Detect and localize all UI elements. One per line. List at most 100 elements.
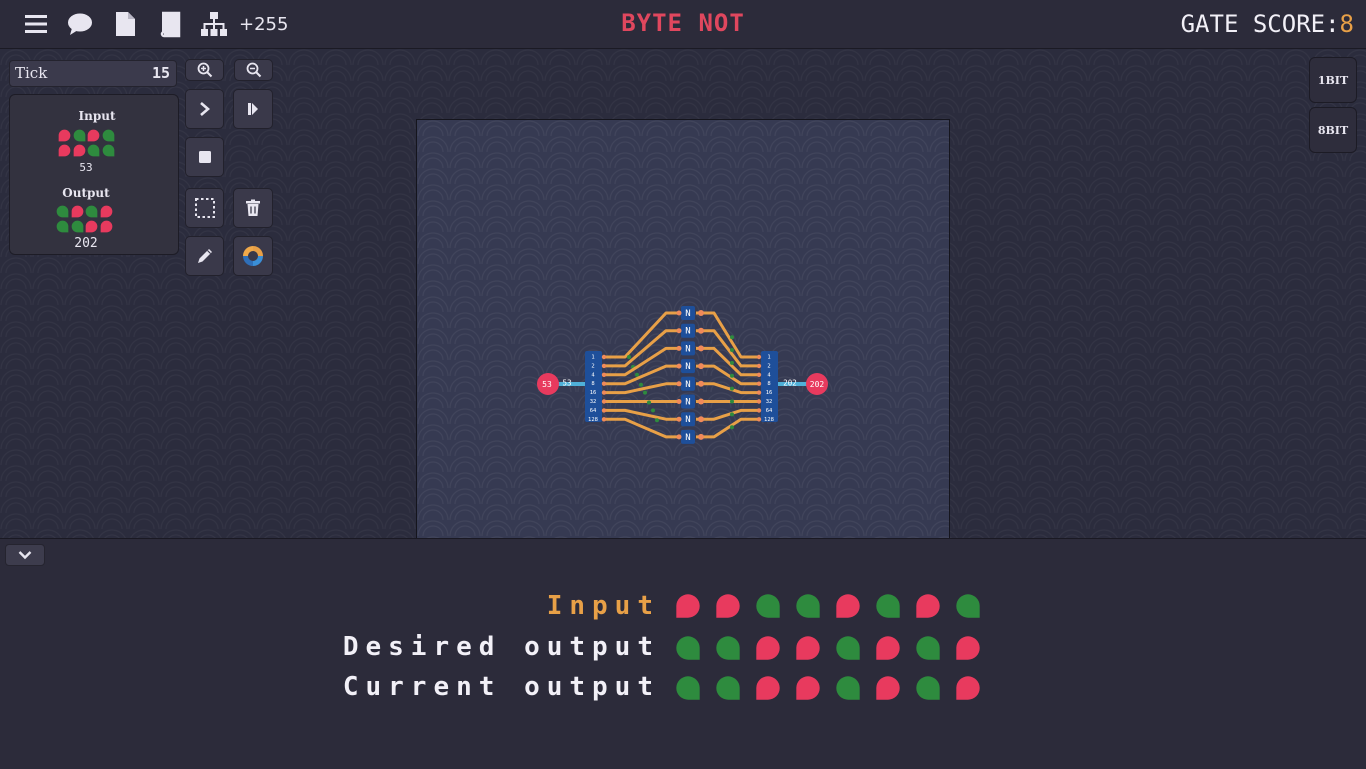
gate-pin-out: [698, 416, 704, 423]
stop-button[interactable]: [185, 137, 224, 177]
color-button[interactable]: [233, 236, 273, 276]
gate-pin-out: [698, 345, 704, 352]
row-bit-off: [876, 636, 900, 660]
joiner-label: 2: [767, 363, 770, 369]
io-output-bit-off: [85, 220, 98, 232]
signal-dot: [730, 335, 734, 340]
row-bit-on: [876, 594, 900, 618]
current-output-row-label: Current output: [342, 672, 660, 702]
row-bit-off: [716, 594, 740, 618]
row-bit-on: [676, 636, 700, 660]
pencil-button[interactable]: [185, 236, 224, 276]
zoom-in-button[interactable]: [185, 59, 224, 81]
gate-pin-out: [698, 327, 704, 334]
io-input-value: 53: [79, 161, 93, 174]
gate-label: N: [685, 327, 690, 337]
splitter-pin: [601, 363, 607, 369]
joiner-label: 32: [766, 399, 773, 405]
row-bit-off: [676, 594, 700, 618]
wire-in-7: [604, 417, 680, 439]
row-bit-off: [836, 594, 860, 618]
row-bit-on: [916, 636, 940, 660]
io-output-bit-on: [85, 205, 98, 218]
gate-label: N: [685, 433, 690, 443]
io-input-bit-on: [102, 129, 114, 142]
signal-dot: [730, 348, 734, 353]
desired-output-row-label: Desired output: [342, 632, 660, 662]
8bit-button[interactable]: 8BIT: [1309, 107, 1357, 153]
signal-dot: [643, 390, 647, 395]
row-bit-on: [716, 676, 740, 700]
input-row-label: Input: [546, 591, 660, 621]
splitter-pin: [601, 381, 607, 386]
splitter-label: 16: [590, 390, 597, 396]
collapse-panel-button[interactable]: [5, 544, 45, 566]
delete-button[interactable]: [233, 188, 273, 228]
row-bit-on: [836, 676, 860, 700]
signal-dot: [635, 372, 639, 377]
gate-pin-in: [676, 310, 682, 316]
io-output-bit-off: [100, 220, 112, 232]
signal-dot: [730, 399, 734, 404]
select-button[interactable]: [185, 188, 224, 228]
pencil-icon: [197, 249, 212, 263]
gate-score-label: GATE SCORE:: [1180, 10, 1340, 38]
splitter-label: 1: [591, 355, 594, 361]
level-title: BYTE NOT: [621, 9, 745, 37]
gate-label: N: [685, 415, 690, 425]
workspace[interactable]: N N N N N N N N 1 1 2 2 4 4 8 8 16 16 32 32 64 64 128 128 53 53 20…: [0, 49, 1366, 538]
step-icon: [199, 102, 210, 116]
truth-table-panel: Input Desired output Current output: [0, 538, 1366, 769]
signal-dot: [639, 382, 643, 387]
gate-pin-in: [676, 381, 682, 387]
input-bus-value: 53: [562, 379, 571, 388]
row-bit-on: [756, 594, 780, 618]
play-button[interactable]: [233, 89, 273, 129]
tick-value: 15: [151, 64, 170, 82]
gate-pin-out: [698, 433, 704, 440]
io-input-bit-on: [73, 129, 85, 142]
io-output-bit-off: [100, 205, 112, 218]
output-node-value: 202: [810, 380, 825, 389]
gate-score-value: 8: [1339, 10, 1354, 38]
1bit-button[interactable]: 1BIT: [1309, 57, 1357, 103]
color-wheel-icon: [243, 246, 263, 266]
circuit-canvas[interactable]: N N N N N N N N 1 1 2 2 4 4 8 8 16 16 32 32 64 64 128 128 53 53 20…: [416, 119, 950, 538]
io-input-bit-off: [87, 129, 100, 142]
io-input-title: Input: [78, 109, 116, 123]
joiner-label: 128: [764, 417, 774, 423]
row-bit-off: [756, 636, 780, 660]
io-output-bit-on: [71, 220, 83, 232]
signal-dot: [730, 386, 734, 391]
top-bar: +255 BYTE NOT GATE SCORE:8: [0, 0, 1366, 49]
zoom-out-button[interactable]: [234, 59, 273, 81]
joiner-label: 8: [767, 381, 770, 387]
splitter-label: 128: [588, 417, 598, 423]
splitter-pin: [601, 390, 607, 395]
circuit-diagram: NNNNNNNN1 12 24 48 816 1632 3264 64128 12853 53 20…: [537, 306, 828, 444]
output-bus-value: 202: [783, 379, 797, 388]
gate-pin-out: [698, 380, 704, 387]
signal-dot: [655, 418, 659, 423]
gate-label: N: [685, 362, 690, 372]
joiner-label: 16: [766, 390, 773, 396]
joiner-label: 1: [767, 355, 770, 361]
splitter-label: 64: [590, 408, 597, 414]
tick-label: Tick: [15, 64, 48, 82]
row-bit-off: [956, 676, 980, 700]
joiner-pin: [756, 399, 762, 404]
signal-dot: [651, 408, 655, 413]
signal-dot: [730, 373, 734, 378]
zoom-out-icon: [246, 62, 261, 78]
splitter-pin: [601, 372, 607, 377]
gate-pin-out: [698, 310, 704, 316]
row-bit-off: [956, 636, 980, 660]
row-bit-on: [796, 594, 820, 618]
row-bit-off: [756, 676, 780, 700]
step-button[interactable]: [185, 89, 224, 129]
joiner-pin: [756, 363, 762, 369]
chevron-down-icon: [18, 551, 32, 560]
io-input-bit-off: [58, 129, 71, 142]
signal-dot: [730, 412, 734, 417]
gate-pin-in: [676, 328, 682, 334]
